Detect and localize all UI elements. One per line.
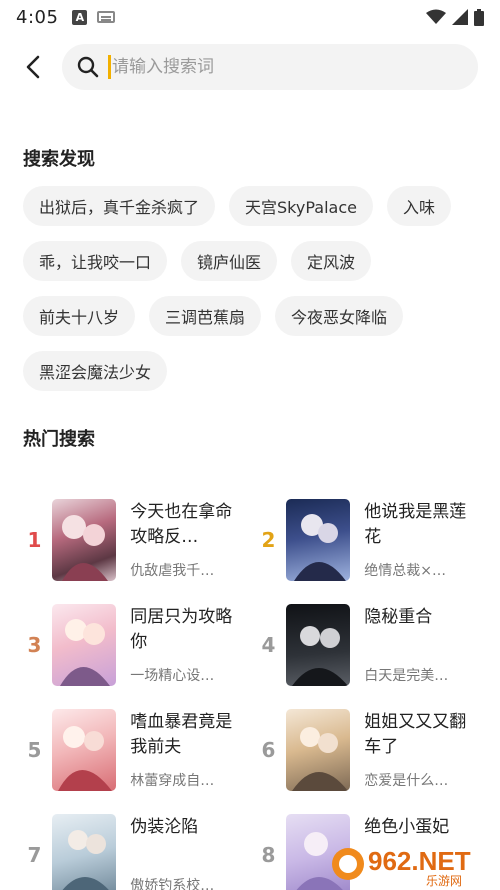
hot-item[interactable]: 6 姐姐又又又翻车了 恋爱是什么… xyxy=(251,708,481,792)
hot-item-desc: 林蕾穿成自… xyxy=(130,773,215,789)
status-time: 4:05 xyxy=(16,6,59,28)
discover-tag[interactable]: 前夫十八岁 xyxy=(23,296,136,336)
hot-item-desc: 傲娇钓系校… xyxy=(130,878,215,890)
hot-item-title: 今天也在拿命攻略反… xyxy=(130,502,233,547)
discover-tag[interactable]: 乖，让我咬一口 xyxy=(23,241,168,281)
search-input[interactable] xyxy=(112,57,412,77)
back-button[interactable] xyxy=(18,52,48,82)
search-icon xyxy=(76,55,100,79)
tag-row: 黑涩会魔法少女 xyxy=(23,351,483,391)
keyboard-icon xyxy=(97,11,116,23)
hot-item-desc: 恋爱是什么… xyxy=(364,773,449,789)
rank-number: 5 xyxy=(27,738,42,762)
rank-number: 4 xyxy=(261,633,276,657)
rank-number: 7 xyxy=(27,843,42,867)
tag-row: 乖，让我咬一口 镜庐仙医 定风波 xyxy=(23,241,483,281)
search-header xyxy=(0,44,500,90)
watermark-logo: 962.NET 乐游网 xyxy=(328,840,498,888)
battery-icon xyxy=(474,8,484,26)
hot-item[interactable]: 7 伪装沦陷 傲娇钓系校… xyxy=(17,813,247,890)
tag-row: 前夫十八岁 三调芭蕉扇 今夜恶女降临 xyxy=(23,296,483,336)
wifi-icon xyxy=(426,9,446,24)
discover-tag[interactable]: 黑涩会魔法少女 xyxy=(23,351,168,391)
hot-item-title: 他说我是黑莲花 xyxy=(364,502,467,547)
hot-item-desc: 白天是完美… xyxy=(364,668,449,684)
hot-item-title: 同居只为攻略你 xyxy=(130,607,233,652)
cover-image xyxy=(286,499,351,581)
rank-number: 8 xyxy=(261,843,276,867)
discover-tag[interactable]: 今夜恶女降临 xyxy=(275,296,404,336)
hot-item-desc: 绝情总裁×… xyxy=(364,563,446,579)
cover-image xyxy=(286,604,351,686)
cover-image xyxy=(52,499,117,581)
discover-tag[interactable]: 入味 xyxy=(386,186,451,226)
hot-item-desc: 仇敌虐我千… xyxy=(130,563,215,579)
rank-number: 3 xyxy=(27,633,42,657)
watermark-text: 962.NET xyxy=(368,846,471,876)
cover-image xyxy=(52,814,117,890)
signal-icon xyxy=(452,9,468,25)
hot-item[interactable]: 1 今天也在拿命攻略反… 仇敌虐我千… xyxy=(17,498,247,582)
chevron-left-icon xyxy=(26,55,40,79)
search-box[interactable] xyxy=(62,44,478,90)
discover-title: 搜索发现 xyxy=(23,149,95,170)
tag-row: 出狱后，真千金杀疯了 天宫SkyPalace 入味 xyxy=(23,186,483,226)
hot-item[interactable]: 3 同居只为攻略你 一场精心设… xyxy=(17,603,247,687)
cover-image xyxy=(286,709,351,791)
status-bar: 4:05 A xyxy=(0,0,500,34)
text-caret xyxy=(108,55,111,79)
app-notification-icon: A xyxy=(72,9,88,25)
discover-tag[interactable]: 出狱后，真千金杀疯了 xyxy=(23,186,216,226)
hot-item-desc: 一场精心设… xyxy=(130,668,215,684)
hot-item-title: 姐姐又又又翻车了 xyxy=(364,712,467,757)
rank-number: 1 xyxy=(27,528,42,552)
hot-item-title: 伪装沦陷 xyxy=(130,817,199,837)
discover-tag[interactable]: 定风波 xyxy=(291,241,372,281)
hot-title: 热门搜索 xyxy=(23,429,95,450)
cover-image xyxy=(52,604,117,686)
cover-image xyxy=(52,709,117,791)
hot-item[interactable]: 2 他说我是黑莲花 绝情总裁×… xyxy=(251,498,481,582)
rank-number: 2 xyxy=(261,528,276,552)
discover-tags: 出狱后，真千金杀疯了 天宫SkyPalace 入味 乖，让我咬一口 镜庐仙医 定… xyxy=(23,186,483,406)
watermark-subtext: 乐游网 xyxy=(426,874,462,888)
discover-tag[interactable]: 天宫SkyPalace xyxy=(229,186,373,226)
hot-item-title: 隐秘重合 xyxy=(364,607,433,627)
rank-number: 6 xyxy=(261,738,276,762)
hot-item-title: 嗜血暴君竟是我前夫 xyxy=(130,712,233,757)
discover-tag[interactable]: 镜庐仙医 xyxy=(181,241,278,281)
hot-item[interactable]: 5 嗜血暴君竟是我前夫 林蕾穿成自… xyxy=(17,708,247,792)
hot-item[interactable]: 4 隐秘重合 白天是完美… xyxy=(251,603,481,687)
discover-tag[interactable]: 三调芭蕉扇 xyxy=(149,296,262,336)
